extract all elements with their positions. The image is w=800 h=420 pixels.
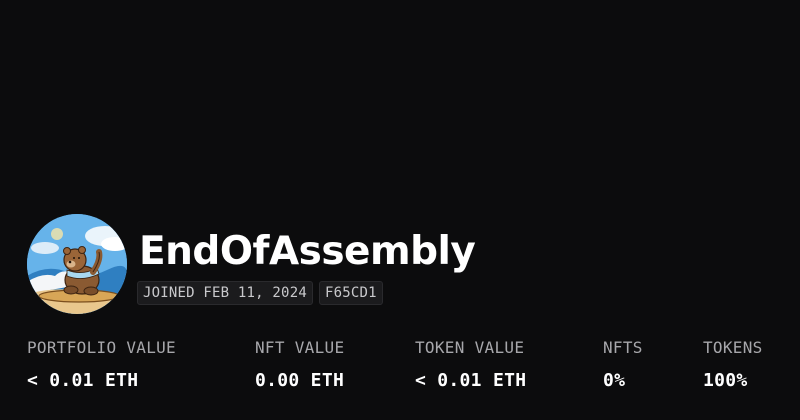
stat-value: < 0.01 ETH bbox=[415, 370, 527, 391]
stat-value: 100% bbox=[703, 370, 748, 391]
bear-avatar-icon bbox=[27, 214, 127, 314]
stat-portfolio-value: PORTFOLIO VALUE < 0.01 ETH bbox=[27, 338, 176, 392]
stat-value: 0.00 ETH bbox=[255, 370, 345, 391]
stat-label: NFTS bbox=[603, 338, 643, 357]
stat-label: NFT VALUE bbox=[255, 338, 345, 357]
stat-label: TOKEN VALUE bbox=[415, 338, 525, 357]
stat-tokens: TOKENS 100% bbox=[703, 338, 763, 392]
profile-card: EndOfAssembly JOINED FEB 11, 2024 F65CD1… bbox=[0, 0, 800, 420]
username: EndOfAssembly bbox=[139, 229, 476, 274]
stat-label: PORTFOLIO VALUE bbox=[27, 338, 176, 357]
stat-value: 0% bbox=[603, 370, 626, 391]
stat-nft-value: NFT VALUE 0.00 ETH bbox=[255, 338, 344, 392]
stat-nfts: NFTS 0% bbox=[603, 338, 643, 392]
stat-label: TOKENS bbox=[703, 338, 763, 357]
user-tag-badge: F65CD1 bbox=[318, 281, 383, 305]
profile-chips: JOINED FEB 11, 2024 F65CD1 bbox=[137, 281, 383, 305]
joined-date-badge: JOINED FEB 11, 2024 bbox=[137, 281, 313, 305]
stat-token-value: TOKEN VALUE < 0.01 ETH bbox=[415, 338, 526, 392]
avatar[interactable] bbox=[27, 214, 127, 314]
stat-value: < 0.01 ETH bbox=[27, 370, 139, 391]
